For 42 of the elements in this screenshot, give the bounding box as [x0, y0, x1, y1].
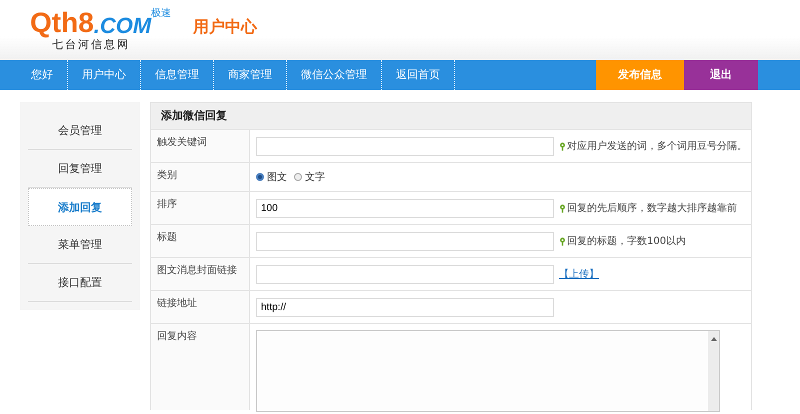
hint-icon — [559, 204, 566, 212]
radio-button[interactable] — [256, 173, 264, 181]
radio-label: 文字 — [305, 170, 325, 184]
input-field[interactable]: 100 — [256, 198, 554, 218]
hint-text: 回复的标题，字数100以内 — [567, 234, 686, 248]
field-label: 标题 — [151, 225, 250, 257]
input-field[interactable] — [256, 136, 554, 156]
nav-link[interactable]: 信息管理 — [141, 60, 214, 90]
page-title: 用户中心 — [193, 16, 258, 38]
scroll-up-icon[interactable] — [710, 337, 716, 341]
sidebar-item[interactable]: 菜单管理 — [28, 226, 132, 264]
input-field[interactable] — [256, 232, 554, 250]
hint-text: 对应用户发送的词，多个词用豆号分隔。 — [567, 140, 747, 153]
field-label: 排序 — [151, 192, 250, 224]
panel-title: 添加微信回复 — [151, 103, 751, 129]
nav-link[interactable]: 用户中心 — [68, 60, 141, 90]
hint-icon — [559, 236, 566, 246]
logo-tagline: 七台河信息网 — [52, 38, 131, 52]
sidebar-item[interactable]: 会员管理 — [28, 112, 132, 150]
field-label: 触发关键词 — [151, 130, 250, 162]
sidebar-item[interactable]: 接口配置 — [28, 264, 132, 302]
field-label: 类别 — [151, 163, 250, 191]
field-label: 图文消息封面链接 — [151, 258, 250, 290]
input-field[interactable] — [256, 264, 554, 284]
nav-link[interactable]: 商家管理 — [214, 60, 287, 90]
field-label: 回复内容 — [151, 324, 250, 410]
input-field[interactable]: http:// — [256, 298, 554, 316]
radio-label: 图文 — [267, 170, 287, 184]
nav-link[interactable]: 您好 — [0, 60, 68, 90]
upload-link[interactable]: 【上传】 — [559, 267, 599, 281]
sidebar-item[interactable]: 添加回复 — [28, 188, 132, 226]
logo-label: 极速 — [151, 8, 172, 18]
logo-domain: .COM — [94, 14, 152, 36]
logout-button[interactable]: 退出 — [684, 60, 758, 90]
logo-text: Qth8 — [30, 8, 94, 36]
nav-link[interactable]: 微信公众管理 — [287, 60, 382, 90]
hint-icon — [559, 142, 566, 150]
scrollbar[interactable] — [708, 331, 719, 411]
field-label: 链接地址 — [151, 291, 250, 323]
hint-text: 回复的先后顺序，数字越大排序越靠前 — [567, 202, 737, 215]
radio-button[interactable] — [294, 173, 302, 181]
nav-link[interactable]: 返回首页 — [382, 60, 455, 90]
